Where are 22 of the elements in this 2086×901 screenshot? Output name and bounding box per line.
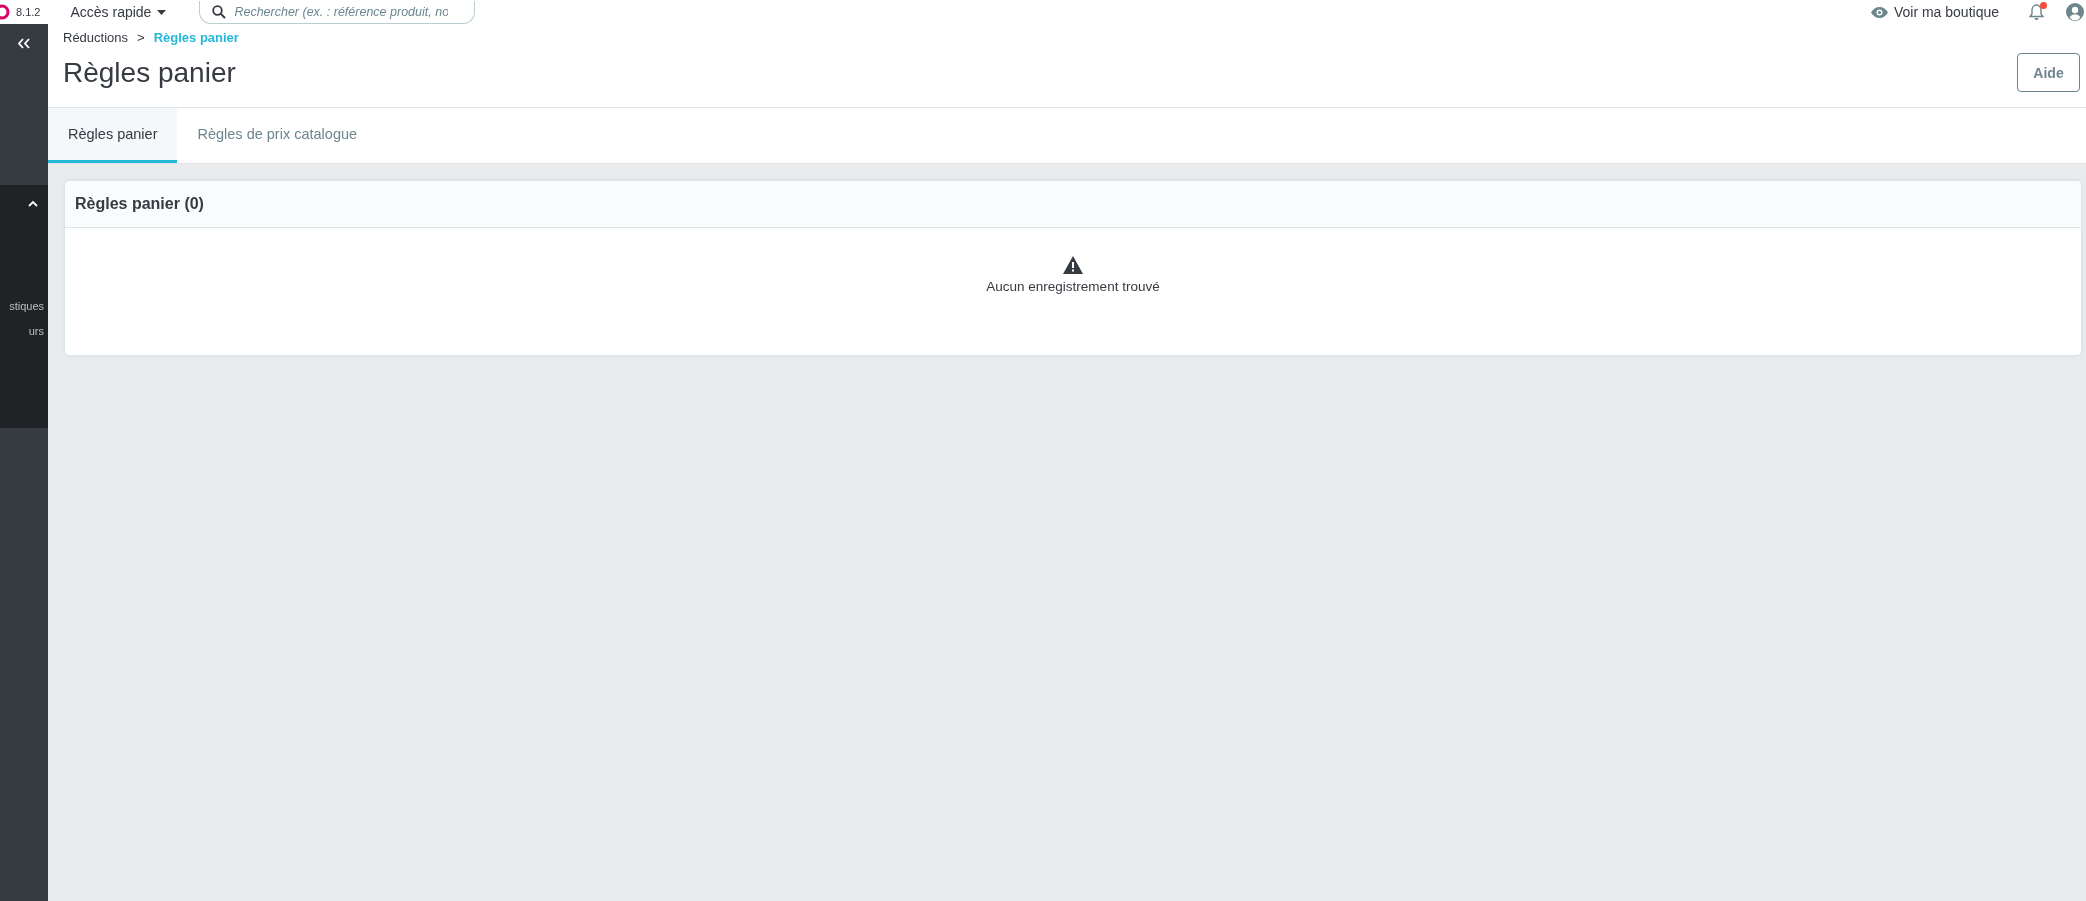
caret-icon <box>157 9 167 15</box>
sidebar-item[interactable]: urs <box>28 324 48 339</box>
page-title: Règles panier <box>63 56 237 90</box>
breadcrumb-separator: > <box>137 29 145 47</box>
search-field[interactable]: Rechercher (ex. : référence produit, no <box>199 0 476 24</box>
help-button[interactable]: Aide <box>2017 53 2080 92</box>
bell-icon[interactable] <box>2029 4 2044 20</box>
panel-title: Règles panier (0) <box>75 195 204 213</box>
sidebar-item[interactable]: stiques <box>9 299 48 314</box>
quick-access-menu[interactable]: Accès rapide <box>70 4 167 20</box>
breadcrumb-link[interactable]: Réductions <box>63 29 129 47</box>
eye-icon <box>1870 6 1888 18</box>
chevron-up-icon[interactable] <box>28 200 38 207</box>
collapse-icon[interactable] <box>17 38 31 49</box>
search-icon <box>212 4 227 19</box>
warning-icon <box>1063 256 1083 274</box>
view-shop-link[interactable]: Voir ma boutique <box>1870 4 1999 20</box>
version-label: 8.1.2 <box>16 6 41 18</box>
user-avatar-icon[interactable] <box>2066 3 2084 21</box>
tab[interactable]: Règles panier <box>48 108 178 163</box>
empty-message: Aucun enregistrement trouvé <box>986 279 1160 294</box>
breadcrumb-current: Règles panier <box>153 29 239 47</box>
